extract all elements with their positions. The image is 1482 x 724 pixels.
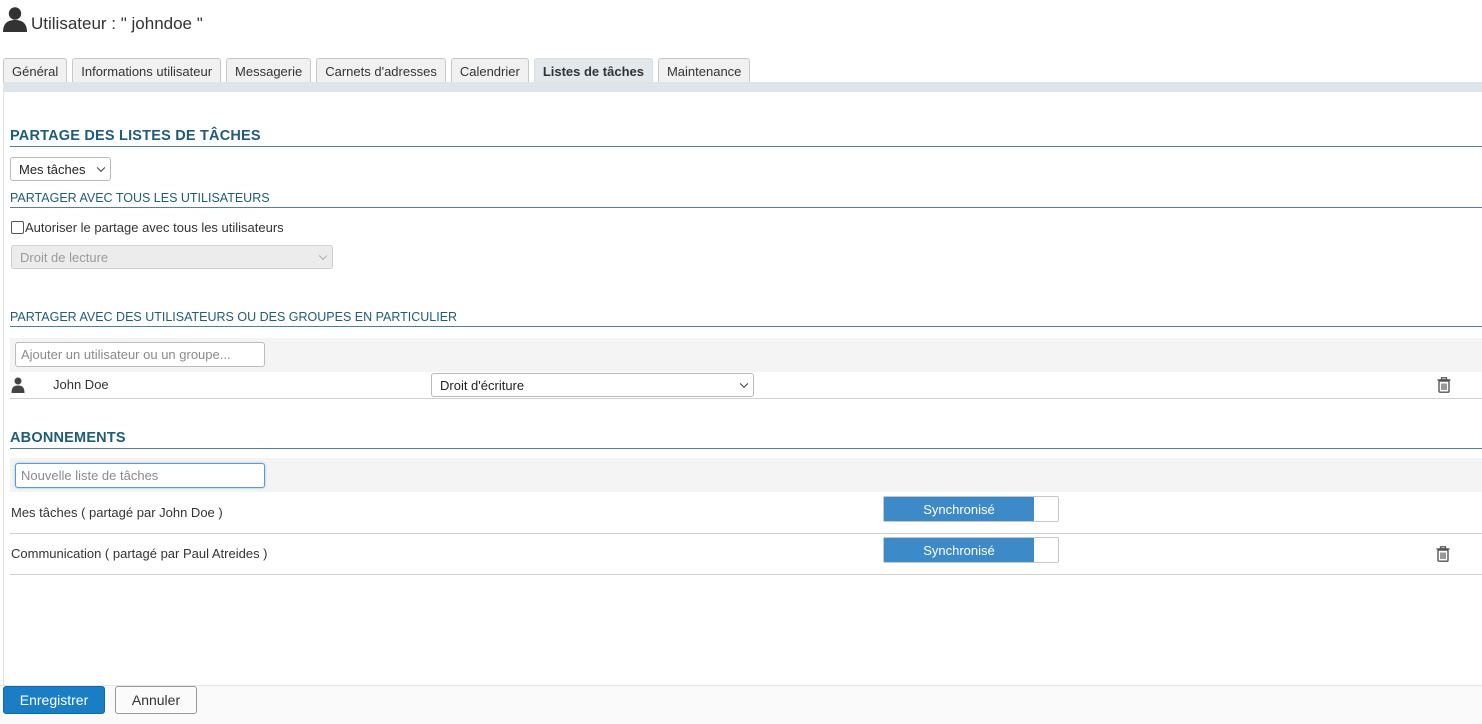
tab-task-lists[interactable]: Listes de tâches xyxy=(533,58,653,83)
share-all-users-row: Autoriser le partage avec tous les utili… xyxy=(11,220,284,235)
row-divider xyxy=(10,574,1482,575)
row-divider xyxy=(10,398,1482,399)
share-entry-name: John Doe xyxy=(53,377,109,392)
user-icon xyxy=(3,7,27,32)
tab-mail[interactable]: Messagerie xyxy=(226,58,312,83)
form-footer: Enregistrer Annuler xyxy=(0,685,1482,724)
sync-toggle[interactable]: Synchronisé xyxy=(883,496,1059,522)
subscription-label: Mes tâches ( partagé par John Doe ) xyxy=(11,505,223,520)
row-divider xyxy=(10,533,1482,534)
add-user-group-input[interactable]: Ajouter un utilisateur ou un groupe... xyxy=(15,342,265,367)
tab-calendar[interactable]: Calendrier xyxy=(450,58,529,83)
subscription-label: Communication ( partagé par Paul Atreide… xyxy=(11,546,268,561)
section-heading-subscriptions: ABONNEMENTS xyxy=(10,430,1482,449)
subheading-particular: PARTAGER AVEC DES UTILISATEURS OU DES GR… xyxy=(10,310,1482,327)
chevron-down-icon xyxy=(318,251,328,261)
add-share-band: Ajouter un utilisateur ou un groupe... xyxy=(10,338,1482,372)
subheading-all-users: PARTAGER AVEC TOUS LES UTILISATEURS xyxy=(10,191,1482,208)
new-subscription-band: Nouvelle liste de tâches xyxy=(10,458,1482,492)
tab-maintenance[interactable]: Maintenance xyxy=(657,58,751,83)
chevron-down-icon xyxy=(96,163,106,173)
share-entry-right-value: Droit d'écriture xyxy=(440,377,525,393)
sync-toggle-on-label: Synchronisé xyxy=(884,497,1034,521)
new-task-list-input[interactable]: Nouvelle liste de tâches xyxy=(15,463,265,488)
save-button[interactable]: Enregistrer xyxy=(3,686,105,714)
trash-icon[interactable] xyxy=(1436,546,1450,562)
sync-toggle[interactable]: Synchronisé xyxy=(883,537,1059,563)
tab-user-info[interactable]: Informations utilisateur xyxy=(72,58,222,83)
tab-content: PARTAGE DES LISTES DE TÂCHES Mes tâches … xyxy=(3,92,1482,685)
tab-address-books[interactable]: Carnets d'adresses xyxy=(316,58,446,83)
share-entry-right-select[interactable]: Droit d'écriture xyxy=(431,373,754,397)
page-header: Utilisateur : " johndoe " xyxy=(0,0,1482,50)
task-list-select[interactable]: Mes tâches xyxy=(10,157,111,181)
share-all-users-label: Autoriser le partage avec tous les utili… xyxy=(25,220,284,235)
share-all-users-checkbox[interactable] xyxy=(11,221,24,234)
tab-underline xyxy=(3,82,1482,92)
trash-icon[interactable] xyxy=(1437,377,1451,393)
tab-general[interactable]: Général xyxy=(3,58,68,83)
chevron-down-icon xyxy=(739,379,749,389)
page-title: Utilisateur : " johndoe " xyxy=(31,14,203,33)
sync-toggle-on-label: Synchronisé xyxy=(884,538,1034,562)
user-icon xyxy=(11,377,25,393)
all-users-right-select: Droit de lecture xyxy=(11,245,333,269)
tab-bar: Général Informations utilisateur Message… xyxy=(3,58,755,83)
section-heading-sharing: PARTAGE DES LISTES DE TÂCHES xyxy=(10,128,1482,147)
task-list-select-value: Mes tâches xyxy=(19,161,86,177)
cancel-button[interactable]: Annuler xyxy=(115,686,197,714)
all-users-right-value: Droit de lecture xyxy=(20,249,109,265)
